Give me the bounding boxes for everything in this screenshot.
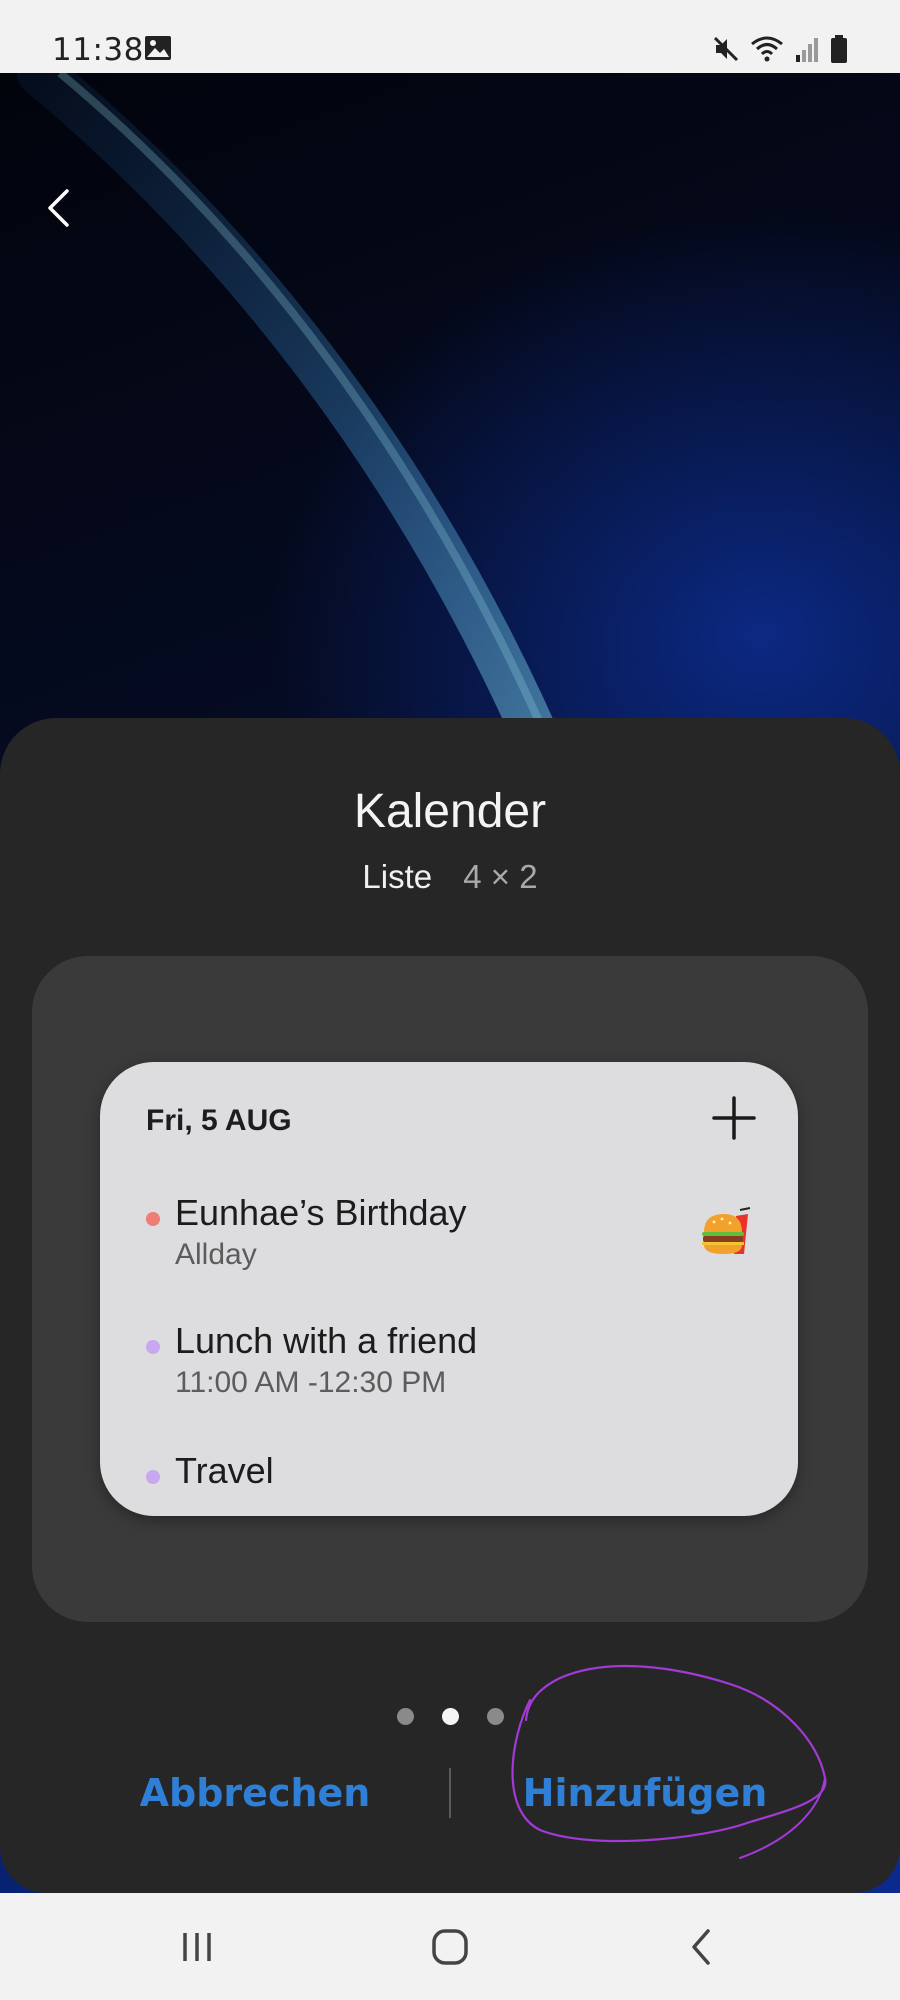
event-dot bbox=[146, 1340, 160, 1354]
wifi-icon bbox=[751, 36, 783, 62]
event-dot bbox=[146, 1470, 160, 1484]
status-bar: 11:38 bbox=[0, 0, 900, 73]
back-icon bbox=[692, 1929, 710, 1965]
cancel-button[interactable]: Abbrechen bbox=[100, 1758, 410, 1828]
event-title: Lunch with a friend bbox=[175, 1320, 478, 1361]
home-icon bbox=[432, 1929, 468, 1965]
home-button[interactable] bbox=[415, 1921, 485, 1973]
aurora-streak bbox=[17, 73, 583, 793]
event-title: Travel bbox=[175, 1450, 274, 1491]
calendar-widget-preview[interactable]: Fri, 5 AUG Eunhae’s Birthday Allday Lunc… bbox=[100, 1062, 798, 1516]
widget-preview-area[interactable]: Fri, 5 AUG Eunhae’s Birthday Allday Lunc… bbox=[32, 956, 868, 1622]
widget-bottom-sheet: Kalender Liste 4 × 2 Fri, 5 AUG Eunhae’s… bbox=[0, 718, 900, 1893]
widget-size-label: 4 × 2 bbox=[463, 858, 538, 895]
widget-title: Kalender bbox=[353, 785, 547, 838]
recents-icon bbox=[183, 1933, 211, 1961]
add-button[interactable]: Hinzufügen bbox=[490, 1758, 800, 1828]
status-time: 11:38 bbox=[52, 32, 144, 68]
chevron-left-icon bbox=[48, 189, 69, 227]
plus-icon[interactable] bbox=[708, 1092, 760, 1144]
widget-style-name: Liste bbox=[362, 858, 433, 895]
event-time: 11:00 AM -12:30 PM bbox=[175, 1366, 447, 1399]
recents-button[interactable] bbox=[162, 1921, 232, 1973]
back-nav-button[interactable] bbox=[666, 1921, 736, 1973]
page-dot[interactable] bbox=[396, 1708, 414, 1725]
back-button[interactable] bbox=[38, 183, 78, 233]
widget-subtitle: Liste 4 × 2 bbox=[0, 858, 900, 896]
status-icons bbox=[712, 33, 848, 65]
event-time: Allday bbox=[175, 1238, 257, 1271]
action-divider bbox=[449, 1768, 451, 1818]
event-title: Eunhae’s Birthday bbox=[175, 1192, 467, 1233]
event-dot bbox=[146, 1212, 160, 1226]
page-indicator bbox=[0, 1708, 900, 1725]
mute-icon bbox=[713, 36, 739, 62]
page-dot[interactable] bbox=[486, 1708, 504, 1725]
burger-icon bbox=[702, 1207, 751, 1254]
widget-date: Fri, 5 AUG bbox=[146, 1104, 292, 1137]
battery-icon bbox=[831, 35, 847, 63]
gallery-icon bbox=[145, 36, 171, 60]
signal-icon bbox=[796, 38, 818, 62]
page-dot-active[interactable] bbox=[441, 1708, 459, 1725]
navigation-bar bbox=[0, 1893, 900, 2000]
